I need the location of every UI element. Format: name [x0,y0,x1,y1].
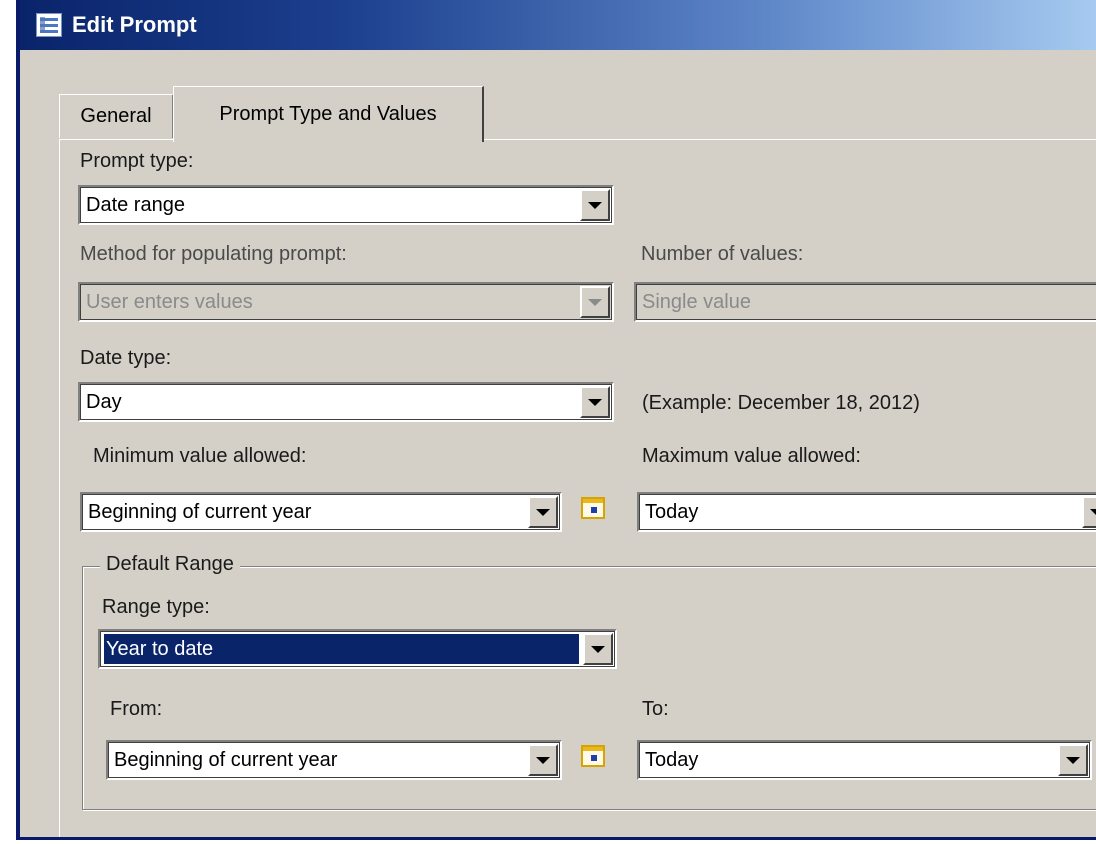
date-type-select[interactable]: Day [78,382,614,422]
prompt-type-value: Date range [86,193,185,216]
number-of-values-select[interactable]: Single value [634,282,1096,322]
min-value-value: Beginning of current year [88,500,312,523]
edit-prompt-dialog: Edit Prompt General Prompt Type and Valu… [16,0,1096,840]
date-type-label: Date type: [80,347,172,369]
tab-prompt-type-and-values[interactable]: Prompt Type and Values [173,86,484,142]
prompt-type-select[interactable]: Date range [78,185,614,225]
title-bar[interactable]: Edit Prompt [20,0,1096,50]
range-type-label: Range type: [102,596,210,618]
to-label: To: [642,698,669,720]
tab-general[interactable]: General [59,94,174,138]
chevron-down-icon [536,508,550,516]
to-dropdown-button[interactable] [1058,744,1088,776]
chevron-down-icon [536,756,550,764]
range-type-value: Year to date [104,634,579,664]
calendar-icon[interactable] [581,745,605,767]
from-label: From: [110,698,163,720]
method-select[interactable]: User enters values [78,282,614,322]
window-title: Edit Prompt [72,12,197,37]
chevron-down-icon [588,201,602,209]
chevron-down-icon [591,645,605,653]
chevron-down-icon [1090,508,1096,516]
prompt-type-dropdown-button[interactable] [580,189,610,221]
date-type-dropdown-button[interactable] [580,386,610,418]
number-of-values-label: Number of values: [641,243,804,265]
max-value-label: Maximum value allowed: [642,445,861,467]
min-value-label: Minimum value allowed: [93,445,307,467]
chevron-down-icon [588,298,602,306]
chevron-down-icon [588,398,602,406]
min-value-select[interactable]: Beginning of current year [80,492,562,532]
min-value-dropdown-button[interactable] [528,496,558,528]
from-value: Beginning of current year [114,748,338,771]
default-range-legend: Default Range [100,553,240,576]
tab-prompt-type-label: Prompt Type and Values [219,103,437,125]
prompt-type-label: Prompt type: [80,150,194,172]
max-value-select[interactable]: Today [637,492,1096,532]
date-type-value: Day [86,390,122,413]
to-value: Today [645,748,699,771]
method-value: User enters values [86,290,253,313]
method-label: Method for populating prompt: [80,243,347,265]
number-of-values-value: Single value [642,290,751,313]
date-type-example: (Example: December 18, 2012) [642,392,920,414]
chevron-down-icon [1066,756,1080,764]
list-form-icon [36,13,62,37]
from-dropdown-button[interactable] [528,744,558,776]
max-value-value: Today [645,500,699,523]
from-select[interactable]: Beginning of current year [106,740,562,780]
method-dropdown-button[interactable] [580,286,610,318]
to-select[interactable]: Today [637,740,1092,780]
tab-general-label: General [80,105,152,127]
range-type-dropdown-button[interactable] [583,633,613,665]
calendar-icon[interactable] [581,497,605,519]
max-value-dropdown-button[interactable] [1082,496,1096,528]
range-type-select[interactable]: Year to date [98,629,617,669]
